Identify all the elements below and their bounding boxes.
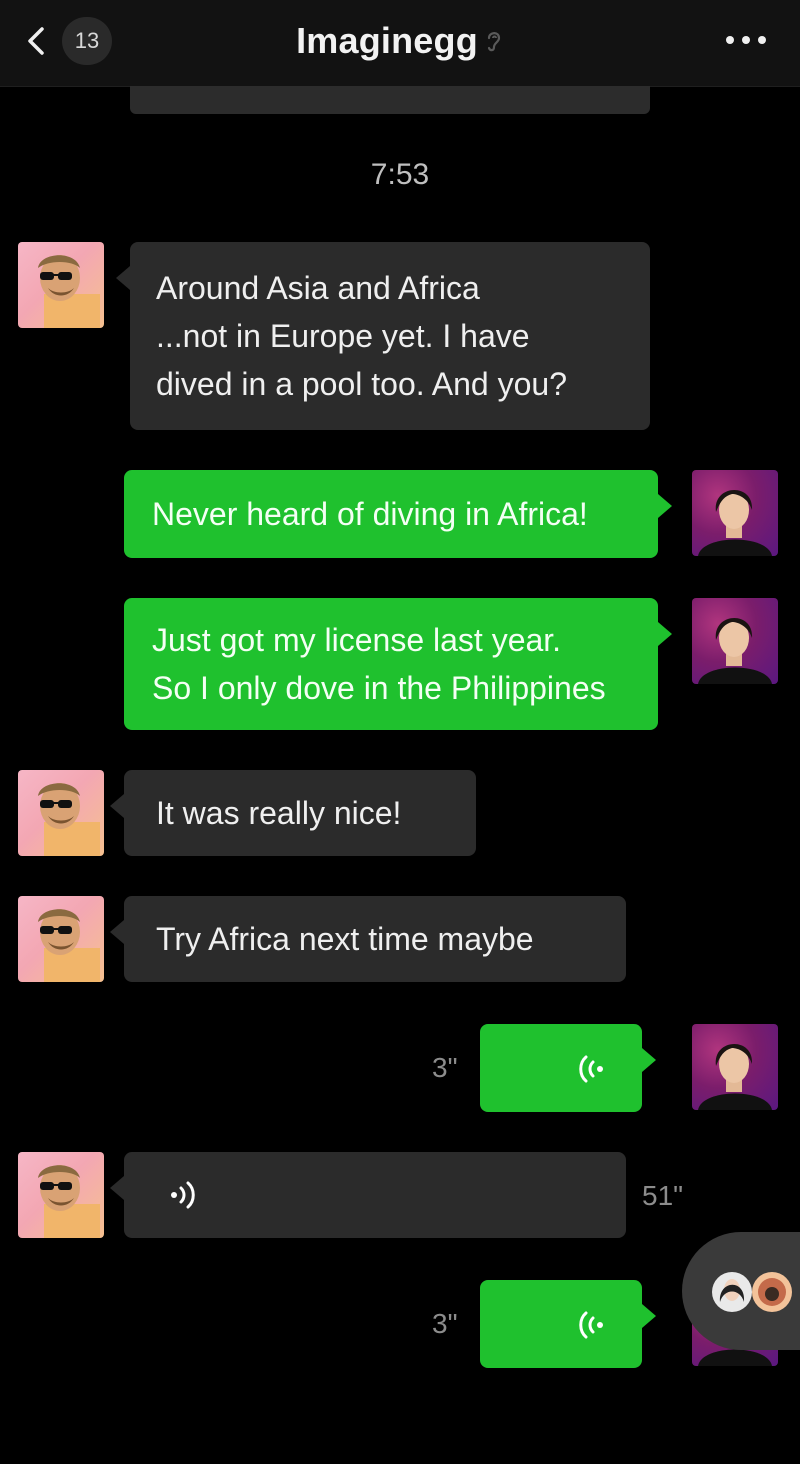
- participant-avatar: [752, 1272, 792, 1312]
- message-text: Never heard of diving in Africa!: [152, 496, 588, 532]
- message-text: Try Africa next time maybe: [156, 921, 534, 957]
- more-dots-icon[interactable]: [722, 30, 770, 50]
- message-text: It was really nice!: [156, 795, 402, 831]
- person-icon: [698, 1043, 772, 1110]
- chat-title-bar: Imaginegg: [0, 20, 800, 62]
- chat-title: Imaginegg: [296, 20, 478, 61]
- person-icon: [758, 1278, 786, 1306]
- incoming-message-bubble[interactable]: Around Asia and Africa ...not in Europe …: [116, 242, 650, 430]
- message-timestamp: 7:53: [370, 158, 430, 191]
- message-text: Around Asia and Africa ...not in Europe …: [156, 270, 567, 402]
- user-avatar[interactable]: [692, 1024, 778, 1110]
- person-sunglasses-icon: [38, 255, 100, 328]
- previous-message-bubble: [130, 86, 650, 114]
- voice-waves-icon: [579, 1311, 603, 1339]
- user-avatar[interactable]: [692, 470, 778, 556]
- outgoing-message-bubble[interactable]: Just got my license last year. So I only…: [124, 598, 672, 730]
- incoming-message-bubble[interactable]: It was really nice!: [110, 770, 476, 856]
- participant-avatar: [712, 1272, 752, 1312]
- contact-avatar[interactable]: [18, 896, 104, 982]
- voice-waves-icon: [171, 1181, 195, 1209]
- incoming-message-bubble[interactable]: Try Africa next time maybe: [110, 896, 626, 982]
- voice-waves-icon: [579, 1055, 603, 1083]
- voice-duration: 51": [642, 1180, 684, 1211]
- person-icon: [698, 617, 772, 684]
- contact-avatar[interactable]: [18, 1152, 104, 1238]
- contact-avatar[interactable]: [18, 770, 104, 856]
- voice-duration: 3": [432, 1052, 458, 1083]
- contact-avatar[interactable]: [18, 242, 104, 328]
- outgoing-voice-message[interactable]: [480, 1280, 656, 1368]
- person-sunglasses-icon: [38, 1165, 100, 1238]
- person-sunglasses-icon: [38, 909, 100, 982]
- outgoing-voice-message[interactable]: [480, 1024, 656, 1112]
- person-icon: [698, 489, 772, 556]
- floating-call-bubble[interactable]: [682, 1232, 800, 1350]
- chat-header: 13 Imaginegg: [0, 0, 800, 87]
- user-avatar[interactable]: [692, 598, 778, 684]
- message-text: Just got my license last year. So I only…: [152, 622, 606, 706]
- person-sunglasses-icon: [38, 783, 100, 856]
- voice-duration: 3": [432, 1308, 458, 1339]
- ear-icon: [487, 32, 501, 52]
- person-icon: [719, 1279, 745, 1302]
- outgoing-message-bubble[interactable]: Never heard of diving in Africa!: [124, 470, 672, 558]
- incoming-voice-message[interactable]: [110, 1152, 626, 1238]
